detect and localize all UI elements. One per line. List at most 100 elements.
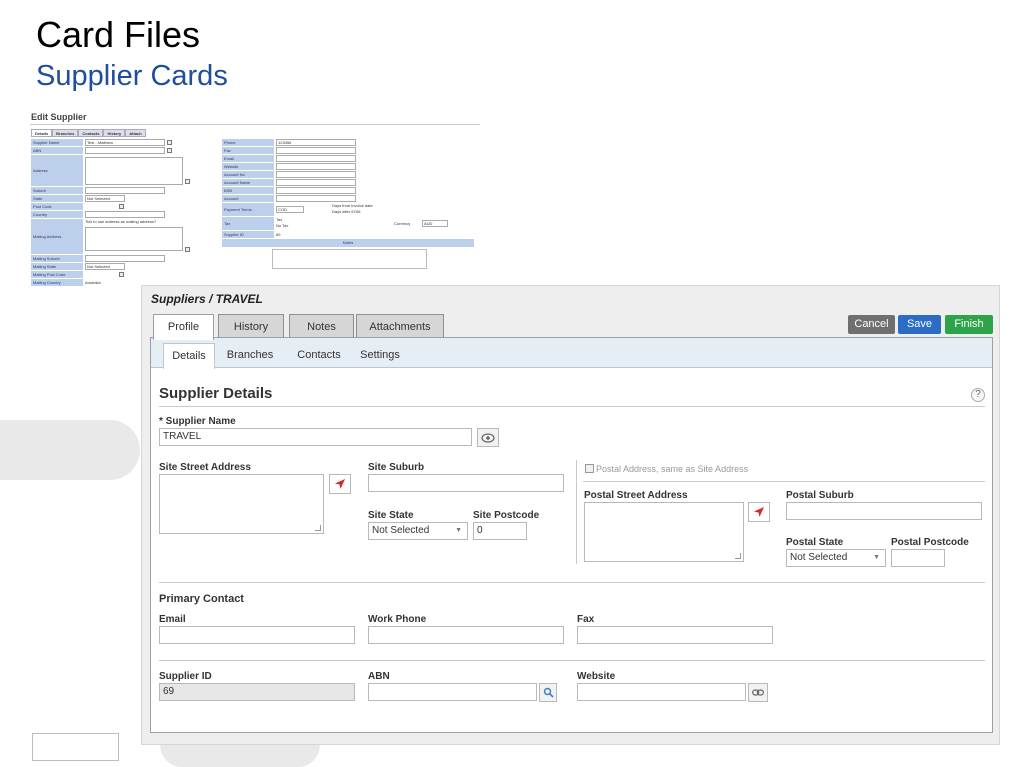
legacy-row: Fax [222, 147, 474, 155]
legacy-state-select[interactable]: Not Selected [85, 195, 125, 202]
legacy-mailing-checkbox-label[interactable]: Tick to use address as mailing address? [85, 219, 221, 225]
slide-title: Card Files [36, 14, 201, 55]
eye-icon[interactable] [477, 428, 499, 447]
legacy-bsb-input[interactable] [276, 187, 356, 194]
cancel-button[interactable]: Cancel [848, 315, 895, 334]
search-icon[interactable] [167, 148, 172, 153]
postal-postcode-label: Postal Postcode [891, 537, 969, 548]
legacy-mailing-state-select[interactable]: Not Selected [85, 263, 125, 270]
subtab-details[interactable]: Details [163, 343, 215, 369]
supplier-id-label: Supplier ID [159, 671, 212, 682]
search-icon[interactable] [119, 204, 124, 209]
search-icon[interactable] [167, 140, 172, 145]
postal-postcode-input[interactable] [891, 549, 945, 567]
site-suburb-label: Site Suburb [368, 462, 425, 473]
tab-history[interactable]: History [218, 314, 284, 339]
legacy-tab-attach[interactable]: Attach [125, 129, 146, 137]
section-divider [159, 660, 985, 661]
section-divider [159, 582, 985, 583]
tab-notes[interactable]: Notes [289, 314, 354, 339]
legacy-email-input[interactable] [276, 155, 356, 162]
website-input[interactable] [577, 683, 746, 701]
legacy-tax-option[interactable]: No Tax [276, 223, 288, 228]
site-state-label: Site State [368, 510, 414, 521]
subtab-contacts[interactable]: Contacts [291, 343, 347, 368]
footer-box [32, 733, 119, 761]
primary-contact-heading: Primary Contact [159, 593, 244, 605]
legacy-suburb-input[interactable] [85, 187, 165, 194]
abn-input[interactable] [368, 683, 537, 701]
legacy-currency-select[interactable]: AUD [422, 220, 448, 227]
legacy-fax-input[interactable] [276, 147, 356, 154]
site-postcode-input[interactable]: 0 [473, 522, 527, 540]
postal-state-label: Postal State [786, 537, 844, 548]
legacy-row: Mailing Suburb [31, 255, 221, 263]
legacy-account-no-input[interactable] [276, 171, 356, 178]
legacy-tab-branches[interactable]: Branches [52, 129, 79, 137]
tab-attachments[interactable]: Attachments [356, 314, 444, 339]
background-shape-bottom [160, 745, 320, 767]
supplier-panel: Suppliers / TRAVEL Profile History Notes… [141, 285, 1000, 745]
map-icon[interactable] [185, 179, 190, 184]
site-suburb-input[interactable] [368, 474, 564, 492]
legacy-account-name-input[interactable] [276, 179, 356, 186]
legacy-row: Supplier ID 69 [222, 231, 474, 239]
legacy-address-input[interactable] [85, 157, 183, 185]
subtab-branches[interactable]: Branches [223, 343, 277, 368]
legacy-tax-option[interactable]: Tax [276, 217, 282, 222]
legacy-payment-terms-select[interactable]: COD [276, 206, 304, 213]
legacy-tab-details[interactable]: Details [31, 129, 53, 137]
postal-suburb-input[interactable] [786, 502, 982, 520]
legacy-account-input[interactable] [276, 195, 356, 202]
legacy-notes-header: Notes [222, 239, 474, 247]
legacy-payment-option[interactable]: Days after EOM [332, 209, 360, 214]
postal-same-checkbox[interactable] [585, 464, 594, 473]
save-button[interactable]: Save [898, 315, 941, 334]
site-state-select[interactable]: Not Selected ▼ [368, 522, 468, 540]
legacy-abn-input[interactable] [85, 147, 165, 154]
finish-button[interactable]: Finish [945, 315, 993, 334]
site-street-address-input[interactable] [159, 474, 324, 534]
work-phone-input[interactable] [368, 626, 564, 644]
map-icon[interactable] [185, 247, 190, 252]
website-label: Website [577, 671, 616, 682]
legacy-phone-input[interactable]: 123456 [276, 139, 356, 146]
legacy-row: State Not Selected [31, 195, 221, 203]
breadcrumb: Suppliers / TRAVEL [151, 292, 263, 306]
legacy-row: Phone 123456 [222, 139, 474, 147]
legacy-tabs: Details Branches Contacts History Attach [31, 129, 146, 137]
legacy-mailing-suburb-input[interactable] [85, 255, 165, 262]
help-icon[interactable]: ? [971, 388, 985, 402]
fax-label: Fax [577, 614, 595, 625]
legacy-row: BSB [222, 187, 474, 195]
location-arrow-icon[interactable] [748, 502, 770, 522]
legacy-row: Mailing State Not Selected [31, 263, 221, 271]
column-divider [576, 460, 577, 564]
legacy-notes-textarea[interactable] [272, 249, 427, 269]
tab-profile[interactable]: Profile [153, 314, 214, 340]
legacy-tab-history[interactable]: History [103, 129, 126, 137]
legacy-tab-contacts[interactable]: Contacts [78, 129, 104, 137]
link-icon[interactable] [748, 683, 768, 702]
email-input[interactable] [159, 626, 355, 644]
postal-street-address-input[interactable] [584, 502, 744, 562]
supplier-name-input[interactable]: TRAVEL [159, 428, 472, 446]
work-phone-label: Work Phone [368, 614, 427, 625]
section-divider [159, 406, 985, 407]
legacy-mailing-address-input[interactable] [85, 227, 183, 251]
legacy-supplier-name-input[interactable]: Test - Matthew [85, 139, 165, 146]
abn-label: ABN [368, 671, 390, 682]
legacy-row: Post Code [31, 203, 221, 211]
legacy-country-input[interactable] [85, 211, 165, 218]
location-arrow-icon[interactable] [329, 474, 351, 494]
search-icon[interactable] [539, 683, 557, 702]
fax-input[interactable] [577, 626, 773, 644]
subtab-settings[interactable]: Settings [355, 343, 405, 368]
site-postcode-label: Site Postcode [473, 510, 540, 521]
search-icon[interactable] [119, 272, 124, 277]
legacy-payment-option[interactable]: Days from invoice date [332, 203, 373, 208]
postal-state-select[interactable]: Not Selected ▼ [786, 549, 886, 567]
legacy-website-input[interactable] [276, 163, 356, 170]
background-shape-left [0, 420, 140, 480]
legacy-left-column: Supplier Name Test - Matthew ABN Address … [31, 139, 221, 287]
